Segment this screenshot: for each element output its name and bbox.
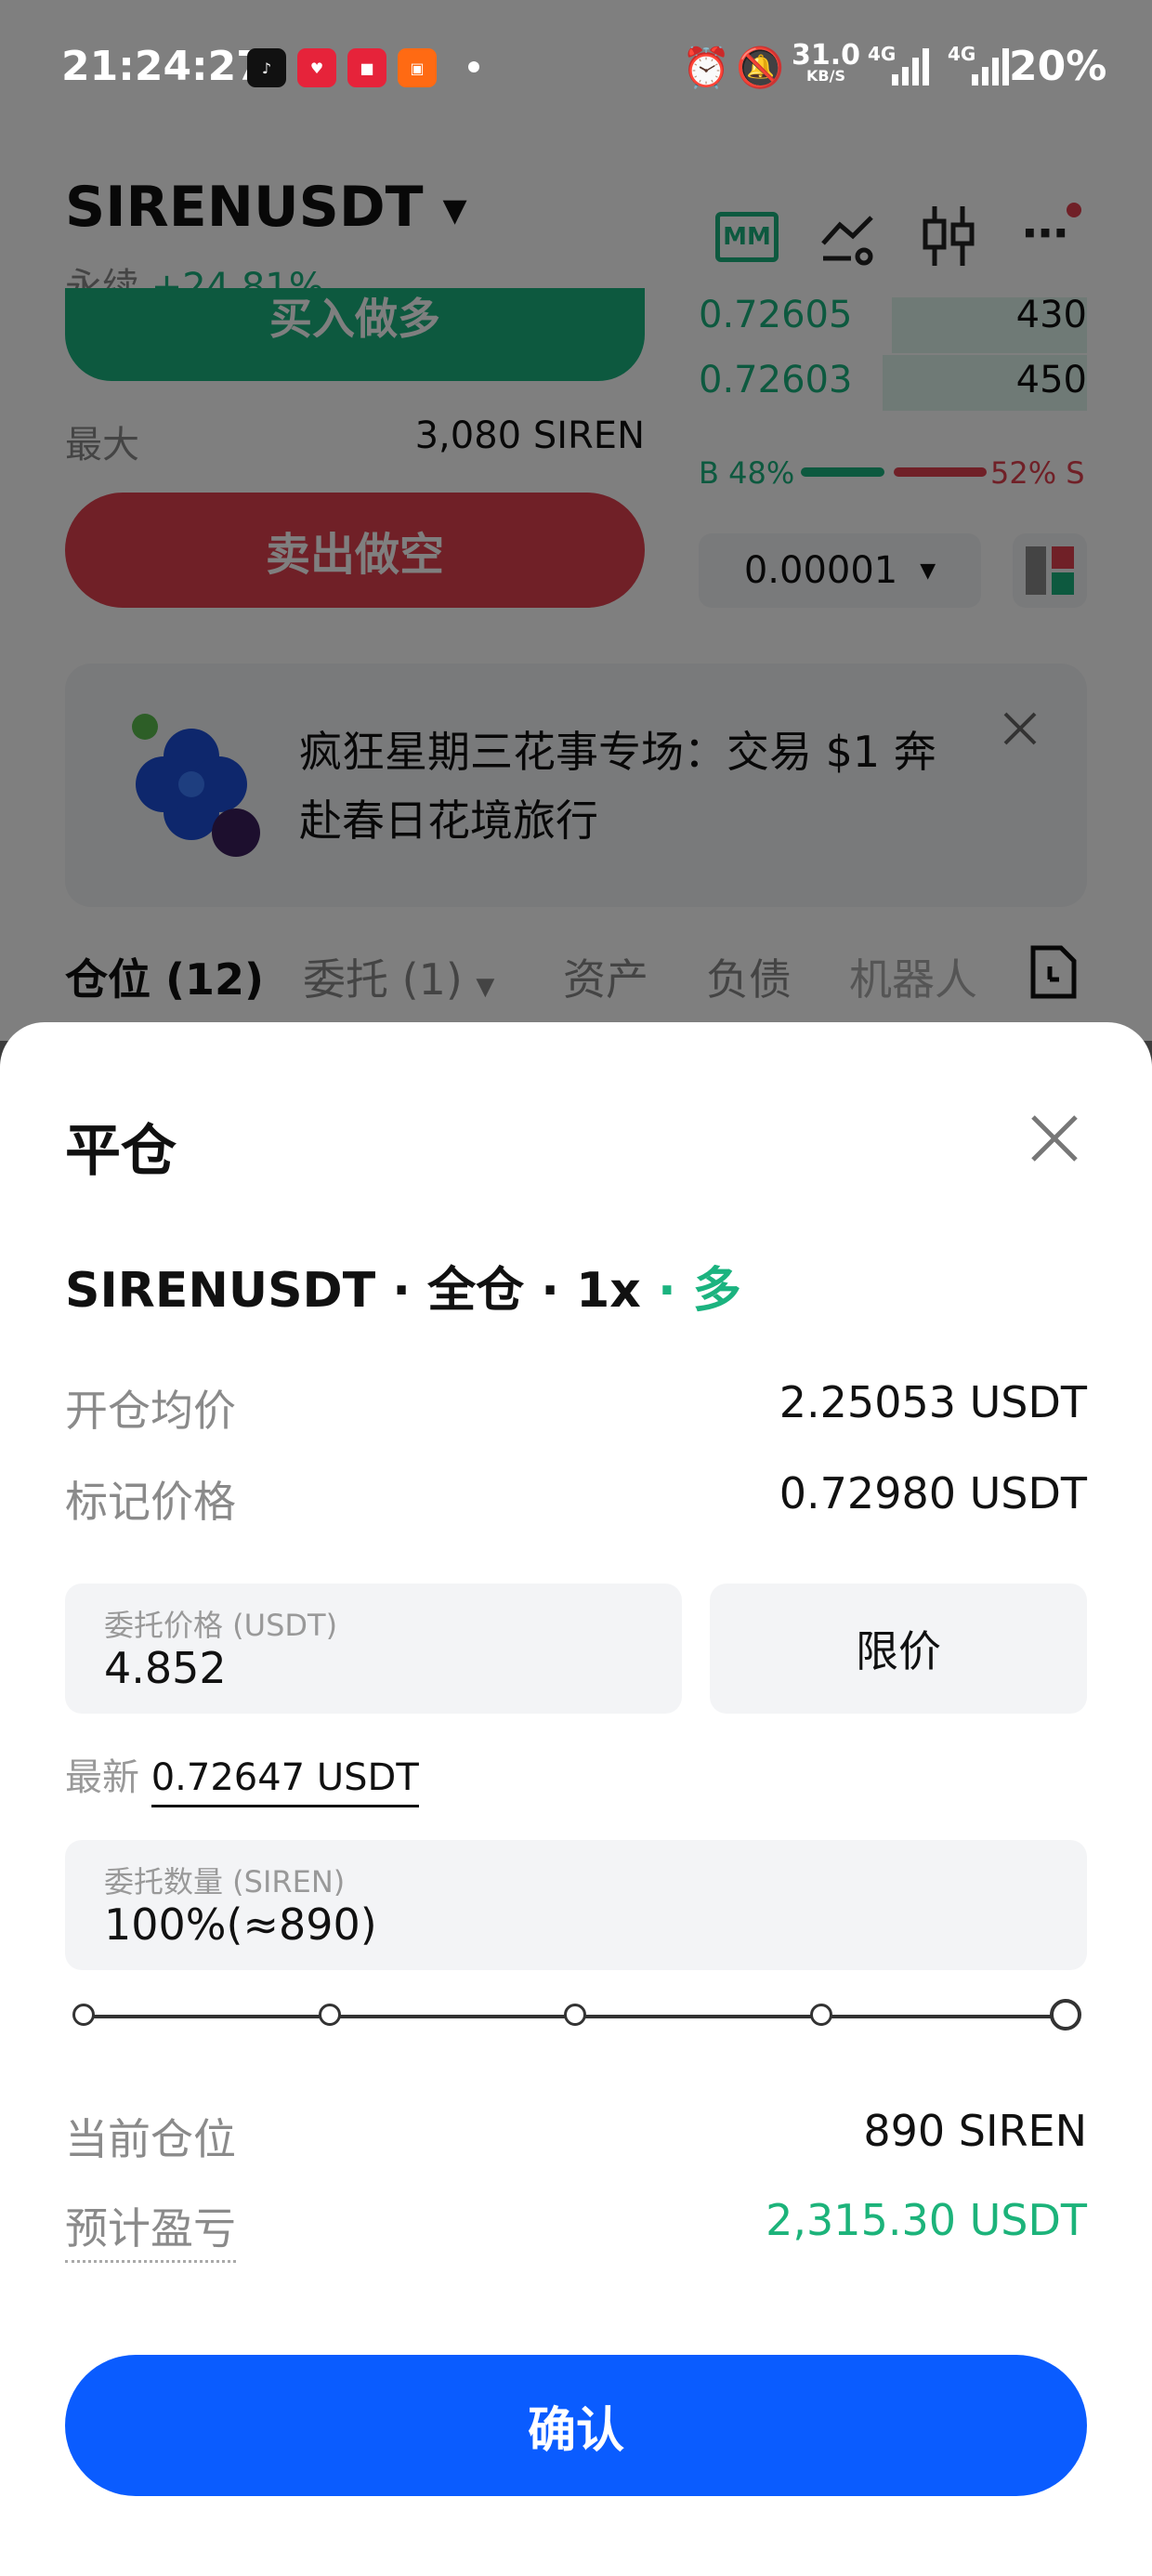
app-icon: ■ xyxy=(347,48,386,87)
status-time: 21:24:27 xyxy=(61,43,265,90)
close-position-sheet: 平仓 SIRENUSDT · 全仓 · 1x · 多 开仓均价 2.25053 … xyxy=(0,1022,1152,2576)
order-type-select[interactable]: 限价 xyxy=(710,1584,1087,1714)
net-speed-value: 31.0 xyxy=(792,39,861,72)
order-price-label: 委托价格 (USDT) xyxy=(104,1608,338,1643)
slider-handle[interactable] xyxy=(1050,1999,1081,2031)
mark-price-label: 标记价格 xyxy=(65,1477,236,1527)
est-pnl-value: 2,315.30 USDT xyxy=(766,2195,1087,2245)
avg-price-value: 2.25053 USDT xyxy=(779,1377,1087,1427)
tiktok-icon: ♪ xyxy=(247,48,286,87)
confirm-button[interactable]: 确认 xyxy=(65,2355,1087,2496)
latest-price-value[interactable]: 0.72647 USDT xyxy=(151,1756,419,1807)
status-bar: 21:24:27 ♪ ♥ ■ ▣ ⏰ 🔕 31.0 KB/S 4G 4G 20% xyxy=(0,0,1152,139)
position-info: SIRENUSDT · 全仓 · 1x · 多 xyxy=(65,1251,741,1321)
order-price-input[interactable]: 4.852 xyxy=(104,1643,227,1693)
more-notifications-dot xyxy=(468,61,479,72)
latest-price-label: 最新 xyxy=(65,1756,139,1799)
mark-price-value: 0.72980 USDT xyxy=(779,1468,1087,1518)
signal-icon xyxy=(892,48,929,85)
current-position-value: 890 SIREN xyxy=(863,2106,1087,2156)
net-speed: 31.0 KB/S xyxy=(792,39,861,84)
latest-price-row: 最新 0.72647 USDT xyxy=(65,1747,419,1807)
slider-step-75[interactable] xyxy=(810,2004,832,2026)
position-side: · 多 xyxy=(657,1263,741,1319)
sheet-title: 平仓 xyxy=(65,1119,177,1184)
signal-icon xyxy=(972,48,1009,85)
qty-slider[interactable] xyxy=(72,1999,1081,2031)
avg-price-label: 开仓均价 xyxy=(65,1386,236,1436)
slider-step-25[interactable] xyxy=(319,2004,341,2026)
battery-level: 20% xyxy=(1009,43,1107,90)
order-type-label: 限价 xyxy=(856,1626,941,1676)
mute-icon: 🔕 xyxy=(736,45,785,90)
position-symbol: SIRENUSDT · 全仓 · 1x xyxy=(65,1263,641,1319)
order-qty-input[interactable]: 100%(≈890) xyxy=(104,1899,377,1950)
slider-step-0[interactable] xyxy=(72,2004,95,2026)
confirm-label: 确认 xyxy=(527,2402,624,2459)
app-icon: ▣ xyxy=(398,48,437,87)
order-qty-label: 委托数量 (SIREN) xyxy=(104,1864,346,1899)
alarm-icon: ⏰ xyxy=(682,45,731,90)
order-price-field[interactable]: 委托价格 (USDT) 4.852 xyxy=(65,1584,682,1714)
app-icon: ♥ xyxy=(297,48,336,87)
order-qty-field[interactable]: 委托数量 (SIREN) 100%(≈890) xyxy=(65,1840,1087,1970)
est-pnl-label[interactable]: 预计盈亏 xyxy=(65,2195,236,2263)
close-icon[interactable] xyxy=(1029,1113,1080,1163)
current-position-label: 当前仓位 xyxy=(65,2114,236,2164)
slider-step-50[interactable] xyxy=(564,2004,586,2026)
